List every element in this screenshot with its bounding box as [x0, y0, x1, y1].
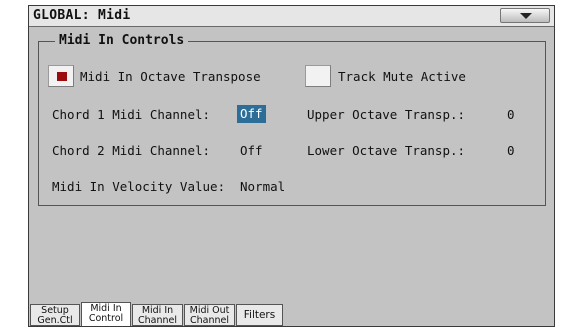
chord2-channel-value[interactable]: Off — [240, 143, 263, 159]
upper-octave-transp-value[interactable]: 0 — [507, 107, 515, 123]
lower-octave-transp-label: Lower Octave Transp.: — [307, 143, 466, 158]
dropdown-triangle-icon — [520, 13, 532, 19]
chord1-channel-label: Chord 1 Midi Channel: — [52, 107, 211, 122]
velocity-value[interactable]: Normal — [240, 179, 285, 195]
check-mark-icon — [57, 72, 67, 81]
tab-filters[interactable]: Filters — [236, 304, 283, 326]
octave-transpose-checkbox[interactable] — [48, 65, 74, 87]
group-title: Midi In Controls — [55, 33, 189, 49]
tab-midi-out-channel[interactable]: Midi Out Channel — [184, 304, 235, 326]
tab-label-line2: Channel — [189, 314, 229, 326]
upper-octave-transp-label: Upper Octave Transp.: — [307, 107, 466, 122]
chord2-channel-label: Chord 2 Midi Channel: — [52, 143, 211, 158]
tab-bar: Setup Gen.Ctl Midi In Control Midi In Ch… — [29, 302, 554, 326]
track-mute-label: Track Mute Active — [338, 69, 466, 84]
tab-setup-genctl[interactable]: Setup Gen.Ctl — [30, 304, 80, 326]
tab-midi-in-control[interactable]: Midi In Control — [81, 302, 131, 326]
midi-in-controls-group: Midi In Controls Midi In Octave Transpos… — [38, 33, 546, 206]
tab-label: Filters — [243, 309, 276, 321]
tab-label-line2: Gen.Ctl — [37, 314, 73, 326]
tab-label-line2: Control — [88, 312, 124, 324]
tab-label-line2: Channel — [137, 314, 177, 326]
track-mute-checkbox[interactable] — [305, 65, 331, 87]
lower-octave-transp-value[interactable]: 0 — [507, 143, 515, 159]
title-bar: GLOBAL: Midi — [29, 6, 554, 27]
velocity-value-label: Midi In Velocity Value: — [52, 179, 226, 194]
octave-transpose-label: Midi In Octave Transpose — [80, 69, 261, 84]
page-menu-button[interactable] — [500, 8, 550, 23]
page-title: GLOBAL: Midi — [33, 8, 131, 23]
chord1-channel-value[interactable]: Off — [237, 105, 266, 123]
tab-midi-in-channel[interactable]: Midi In Channel — [132, 304, 183, 326]
global-midi-page: GLOBAL: Midi Midi In Controls Midi In Oc… — [28, 5, 555, 327]
